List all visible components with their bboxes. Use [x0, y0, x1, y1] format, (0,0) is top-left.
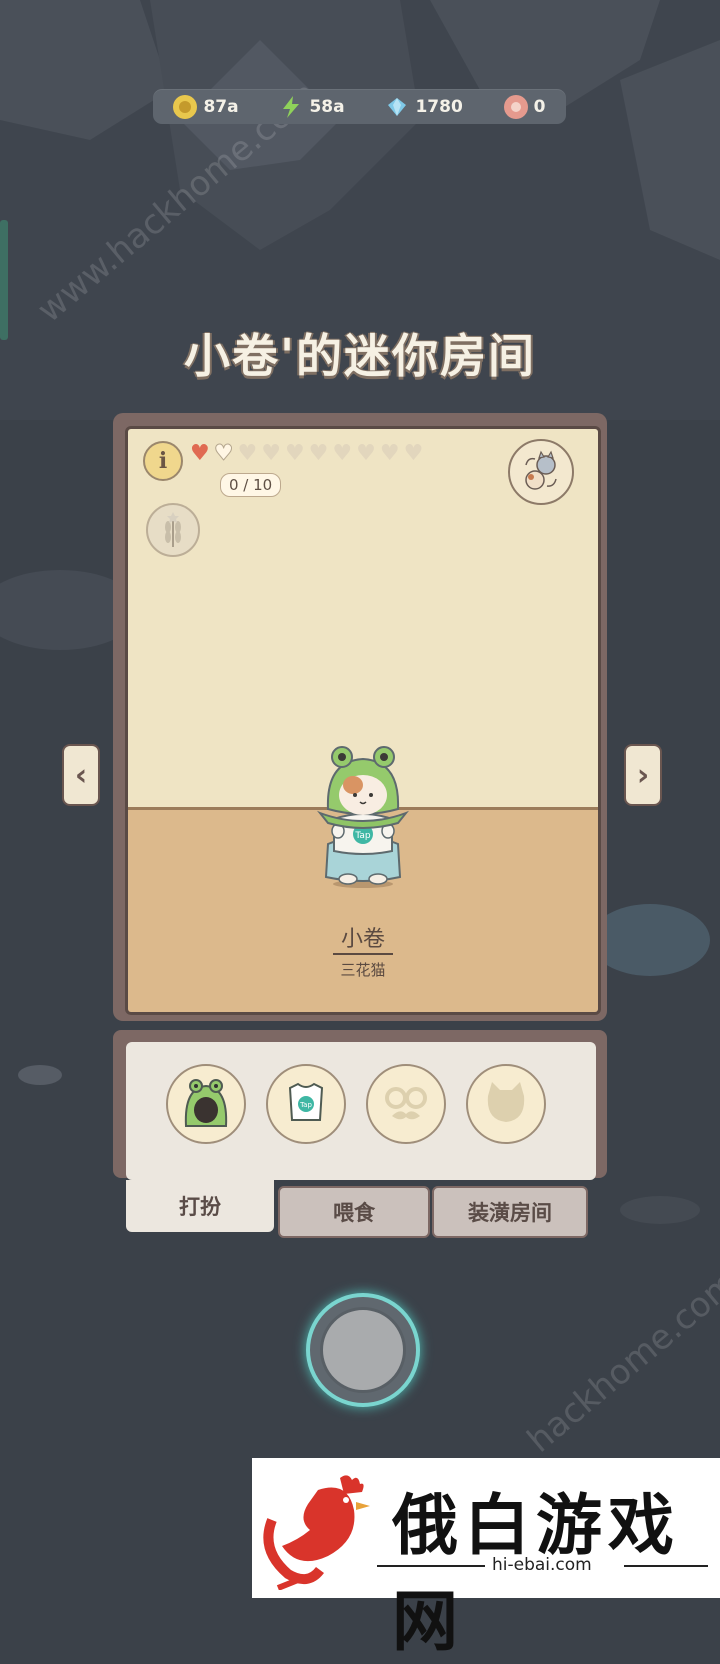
- heart-icon: ♥: [403, 441, 424, 466]
- resource-gold[interactable]: 87a: [173, 94, 239, 119]
- heart-icon: ♥: [213, 441, 234, 466]
- tab-label: 喂食: [333, 1201, 375, 1225]
- fish-value: 0: [533, 96, 546, 117]
- energy-value: 58a: [309, 96, 345, 117]
- resource-bar: 87a 58a 1780 0: [153, 89, 566, 124]
- fish-badge-icon: [503, 94, 528, 119]
- heart-progress-label: 0 / 10: [220, 473, 282, 497]
- tap-shirt-icon: Tap: [288, 1082, 324, 1121]
- site-banner: 俄白游戏网 hi-ebai.com: [252, 1458, 720, 1660]
- banner-divider: [624, 1565, 708, 1567]
- cat-swap-icon: [525, 450, 557, 490]
- tab-decorate-room[interactable]: 装潢房间: [432, 1186, 588, 1238]
- tab-feed[interactable]: 喂食: [278, 1186, 430, 1238]
- tab-dress-up[interactable]: 打扮: [126, 1180, 274, 1232]
- tab-label: 装潢房间: [468, 1201, 552, 1225]
- heart-icon: ♥: [190, 441, 210, 466]
- page-title: 小卷'的迷你房间: [183, 329, 537, 383]
- switch-cat-button[interactable]: [508, 439, 574, 505]
- heart-icon: ♥: [308, 441, 329, 466]
- item-slot-hat[interactable]: [166, 1064, 246, 1144]
- game-scene: www.hackhome.com hackhome.com 87a 58a 17…: [0, 0, 720, 1660]
- tab-label: 打扮: [179, 1195, 221, 1219]
- energy-bolt-icon: [279, 95, 303, 119]
- heart-icon: ♥: [379, 441, 400, 466]
- item-slot-face[interactable]: [366, 1064, 446, 1144]
- resource-energy[interactable]: 58a: [279, 95, 345, 119]
- item-label: Tap: [299, 1101, 312, 1109]
- chevron-right-icon: ›: [636, 757, 650, 793]
- camera-button[interactable]: [306, 1293, 420, 1407]
- info-button[interactable]: i: [143, 441, 183, 481]
- gold-value: 87a: [203, 96, 239, 117]
- item-slot-shirt[interactable]: Tap: [266, 1064, 346, 1144]
- heart-icon: ♥: [237, 441, 258, 466]
- banner-url: hi-ebai.com: [492, 1555, 592, 1575]
- cat-name: 小卷: [340, 927, 385, 952]
- camera-button-inner: [320, 1307, 406, 1393]
- mini-room: i ♥ ♥ ♥ ♥ ♥ ♥ ♥ ♥ ♥ ♥ 0 / 10 Tap 小卷 三花猫: [125, 426, 601, 1015]
- heart-icon: ♥: [356, 441, 376, 466]
- wheat-icon: [165, 512, 181, 547]
- glasses-mustache-icon: [385, 1087, 427, 1120]
- wheat-button[interactable]: [146, 503, 200, 557]
- cat-mask-icon: [487, 1082, 525, 1122]
- shirt-logo: Tap: [354, 831, 371, 841]
- item-slot-mask[interactable]: [466, 1064, 546, 1144]
- gold-coin-icon: [173, 94, 198, 119]
- heart-icon: ♥: [261, 441, 281, 466]
- banner-divider: [377, 1565, 485, 1567]
- info-icon: i: [158, 448, 168, 474]
- affection-hearts: ♥ ♥ ♥ ♥ ♥ ♥ ♥ ♥ ♥ ♥: [190, 441, 424, 466]
- chevron-left-icon: ‹: [74, 757, 88, 793]
- resource-diamond[interactable]: 1780: [385, 95, 463, 119]
- previous-cat-button[interactable]: ‹: [62, 744, 100, 806]
- heart-icon: ♥: [284, 441, 305, 466]
- resource-fish[interactable]: 0: [503, 94, 546, 119]
- next-cat-button[interactable]: ›: [624, 744, 662, 806]
- name-divider: [333, 953, 393, 955]
- frog-hood-icon: [184, 1079, 228, 1127]
- cat-breed: 三花猫: [340, 961, 386, 979]
- diamond-value: 1780: [415, 96, 463, 117]
- heart-icon: ♥: [332, 441, 353, 466]
- diamond-icon: [385, 95, 409, 119]
- cat-character[interactable]: Tap: [308, 739, 418, 889]
- rooster-logo-icon: [263, 1475, 370, 1590]
- dress-up-panel: Tap: [126, 1042, 596, 1180]
